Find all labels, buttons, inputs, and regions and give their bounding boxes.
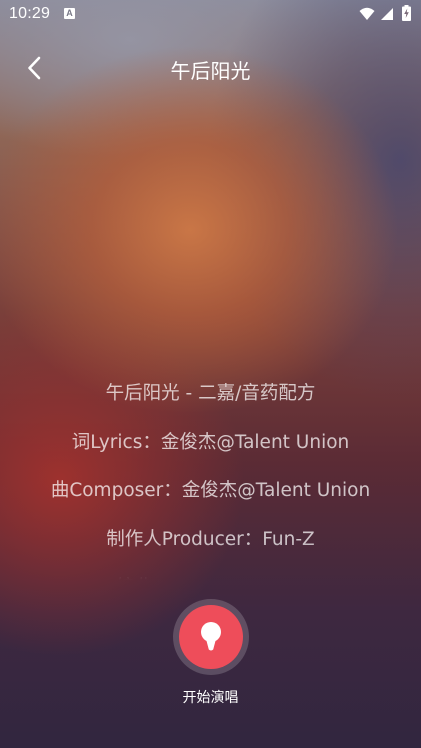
lyric-line: 制作人Producer：Fun-Z — [106, 528, 315, 550]
lyrics-screen: 10:29 A 午后阳光 午后阳光 - 二嘉/音药配方 词Lyrics：金俊杰@… — [0, 0, 421, 748]
lyric-line: 词Lyrics：金俊杰@Talent Union — [71, 431, 350, 453]
lyric-line: 编曲Arranger：Fun-Z — [0, 564, 421, 580]
header-bar: 午后阳光 — [0, 44, 421, 92]
notification-icon: A — [64, 8, 75, 19]
lyric-line: 曲Composer：金俊杰@Talent Union — [50, 480, 371, 501]
battery-charging-icon — [402, 5, 411, 25]
start-singing-label: 开始演唱 — [182, 690, 239, 706]
status-time: 10:29 — [9, 5, 51, 22]
lyric-line: 午后阳光 - 二嘉/音药配方 — [105, 383, 316, 404]
status-bar: 10:29 A — [0, 0, 421, 28]
microphone-icon — [201, 622, 221, 651]
cellular-signal-icon — [380, 6, 394, 25]
lyrics-panel: 午后阳光 - 二嘉/音药配方 词Lyrics：金俊杰@Talent Union … — [0, 370, 421, 580]
start-singing-button-core — [179, 605, 243, 669]
wifi-icon — [359, 6, 375, 25]
start-singing-button[interactable] — [173, 599, 249, 675]
page-title: 午后阳光 — [170, 59, 251, 83]
